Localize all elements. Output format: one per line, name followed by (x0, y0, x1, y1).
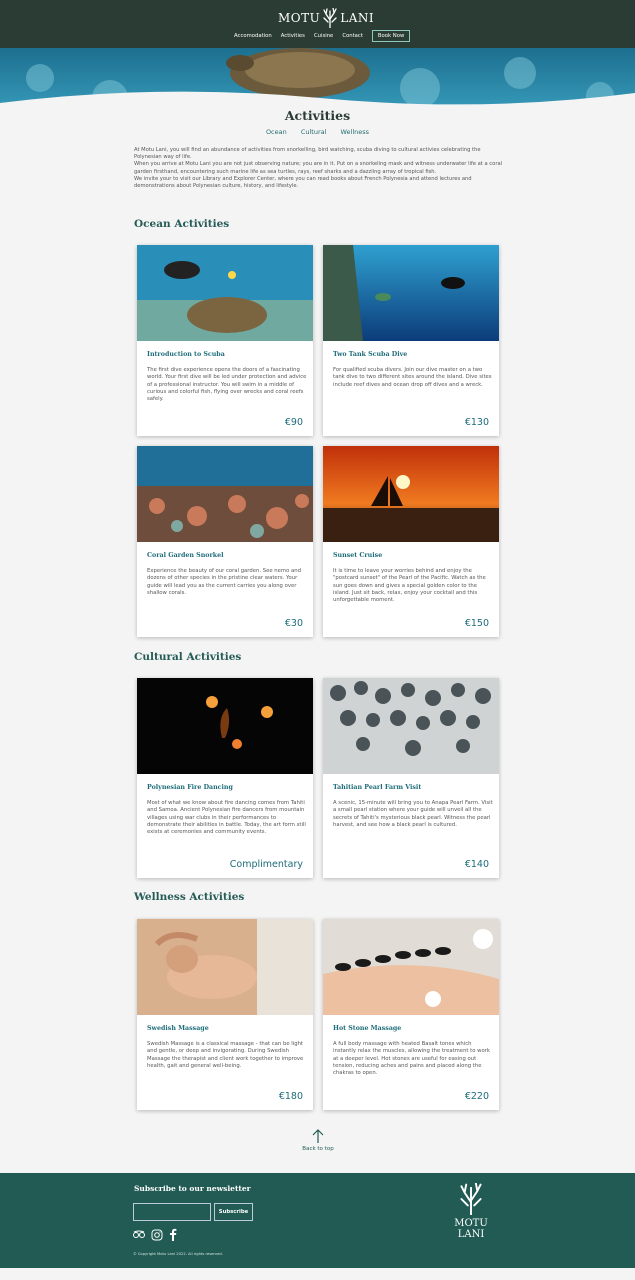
newsletter-email-input[interactable] (133, 1203, 211, 1221)
ocean-section-title: Ocean Activities (134, 218, 230, 230)
instagram-icon[interactable] (151, 1229, 163, 1241)
scuba-turtle-image (137, 245, 313, 341)
card-price: €30 (284, 618, 303, 629)
card-description: It is time to leave your worries behind … (333, 568, 486, 604)
activity-card[interactable]: Two Tank Scuba Dive For qualified scuba … (323, 245, 499, 436)
card-title: Two Tank Scuba Dive (333, 351, 408, 358)
page-bottom-spacer (0, 1268, 635, 1280)
activity-card[interactable]: Polynesian Fire Dancing Most of what we … (137, 678, 313, 878)
card-price: €90 (284, 417, 303, 428)
social-links (133, 1228, 177, 1241)
subnav-cultural[interactable]: Cultural (301, 128, 327, 136)
site-logo[interactable]: MOTU LANI (278, 8, 374, 28)
card-title: Sunset Cruise (333, 552, 383, 559)
card-price: €140 (464, 859, 489, 870)
card-price: Complimentary (229, 859, 303, 870)
card-title: Hot Stone Massage (333, 1025, 402, 1032)
page-title: Activities (284, 108, 351, 123)
card-price: €130 (464, 417, 489, 428)
card-description: Swedish Massage is a classical massage -… (147, 1041, 304, 1069)
site-header: MOTU LANI Accomodation Activities Cuisin… (0, 0, 635, 48)
activity-card[interactable]: Hot Stone Massage A full body massage wi… (323, 919, 499, 1110)
card-title: Introduction to Scuba (147, 351, 225, 358)
card-price: €220 (464, 1091, 489, 1102)
coral-logo-icon (323, 8, 337, 28)
newsletter-title: Subscribe to our newsletter (134, 1184, 251, 1193)
fire-dancer-image (137, 678, 313, 774)
card-title: Coral Garden Snorkel (147, 552, 224, 559)
card-description: The first dive experience opens the door… (147, 367, 307, 403)
activity-card[interactable]: Coral Garden Snorkel Experience the beau… (137, 446, 313, 637)
card-description: A full body massage with heated Basalt t… (333, 1041, 491, 1077)
black-pearls-image (323, 678, 499, 774)
card-title: Tahitian Pearl Farm Visit (333, 784, 422, 791)
wellness-section-title: Wellness Activities (134, 891, 245, 903)
card-title: Swedish Massage (147, 1025, 209, 1032)
tripadvisor-icon[interactable] (133, 1230, 145, 1239)
card-price: €180 (278, 1091, 303, 1102)
subnav-wellness[interactable]: Wellness (340, 128, 369, 136)
book-now-button[interactable]: Book Now (371, 30, 411, 42)
hot-stone-massage-image (323, 919, 499, 1015)
arrow-up-icon (312, 1129, 324, 1143)
subscribe-button[interactable]: Subscribe (214, 1203, 253, 1221)
cultural-section-title: Cultural Activities (134, 651, 242, 663)
coral-garden-image (137, 446, 313, 542)
logo-text-right: LANI (340, 11, 375, 25)
activity-card[interactable]: Swedish Massage Swedish Massage is a cla… (137, 919, 313, 1110)
intro-paragraph: When you arrive at Motu Lani you are not… (134, 161, 503, 175)
swedish-massage-image (137, 919, 313, 1015)
coral-logo-icon (460, 1182, 482, 1216)
card-description: Experience the beauty of our coral garde… (147, 568, 301, 596)
footer-logo[interactable]: MOTU LANI (440, 1182, 502, 1240)
copyright-text: © Copyright Motu Lani 2022. All rights r… (133, 1252, 223, 1256)
nav-cuisine[interactable]: Cuisine (314, 33, 333, 39)
intro-paragraph: At Motu Lani, you will find an abundance… (134, 147, 481, 161)
diver-deep-image (323, 245, 499, 341)
sunset-sailboat-image (323, 446, 499, 542)
back-to-top-link[interactable]: Back to top (290, 1128, 346, 1152)
nav-accomodation[interactable]: Accomodation (234, 33, 272, 39)
intro-text: At Motu Lani, you will find an abundance… (134, 147, 504, 190)
footer-logo-text: MOTU LANI (454, 1218, 488, 1240)
card-description: For qualified scuba divers. Join our div… (333, 367, 492, 388)
subnav-ocean[interactable]: Ocean (266, 128, 287, 136)
card-title: Polynesian Fire Dancing (147, 784, 233, 791)
intro-paragraph: We invite your to visit our Library and … (134, 175, 472, 190)
activity-subnav: Ocean Cultural Wellness (0, 128, 635, 136)
activity-card[interactable]: Sunset Cruise It is time to leave your w… (323, 446, 499, 637)
back-to-top-label: Back to top (302, 1146, 334, 1152)
logo-text-left: MOTU (278, 11, 321, 25)
nav-activities[interactable]: Activities (281, 33, 305, 39)
activity-card[interactable]: Tahitian Pearl Farm Visit A scenic, 15-m… (323, 678, 499, 878)
site-footer: Subscribe to our newsletter Subscribe © … (0, 1173, 635, 1268)
main-nav: Accomodation Activities Cuisine Contact … (234, 30, 411, 42)
card-price: €150 (464, 618, 489, 629)
facebook-icon[interactable] (169, 1228, 177, 1241)
nav-contact[interactable]: Contact (342, 33, 363, 39)
card-description: A scenic, 15-minute will bring you to An… (333, 800, 493, 828)
activity-card[interactable]: Introduction to Scuba The first dive exp… (137, 245, 313, 436)
card-description: Most of what we know about fire dancing … (147, 800, 306, 836)
